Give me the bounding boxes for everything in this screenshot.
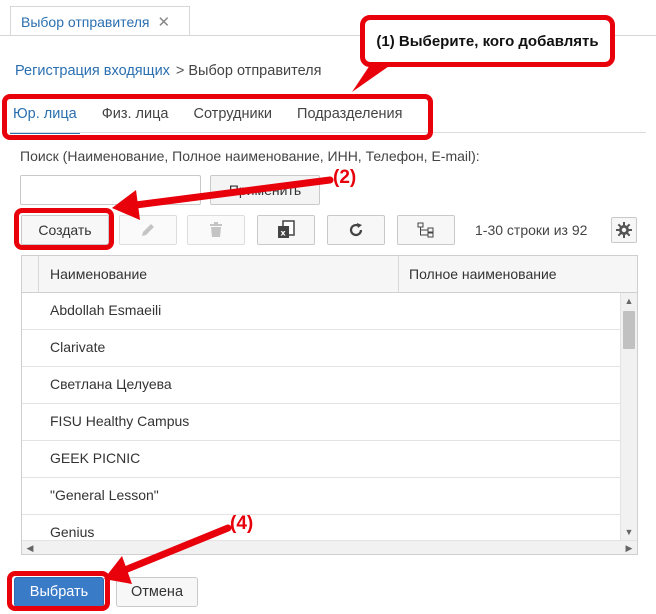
refresh-button[interactable] (327, 215, 385, 245)
step-2-label: (2) (333, 167, 357, 188)
column-header-name[interactable]: Наименование (39, 256, 399, 293)
tab-legal-entities[interactable]: Юр. лица (10, 100, 80, 134)
scroll-thumb[interactable] (623, 311, 635, 349)
table-row[interactable]: Clarivate (22, 330, 620, 367)
horizontal-scrollbar[interactable]: ◀ ▶ (22, 540, 637, 554)
breadcrumb-current: Выбор отправителя (188, 63, 322, 79)
hierarchy-button[interactable] (397, 215, 455, 245)
entity-tabs: Юр. лица Физ. лица Сотрудники Подразделе… (10, 100, 424, 134)
tabs-divider (10, 132, 646, 133)
export-excel-button[interactable]: x (257, 215, 315, 245)
cancel-button[interactable]: Отмена (116, 577, 198, 607)
edit-button[interactable] (119, 215, 177, 245)
select-button[interactable]: Выбрать (14, 577, 104, 607)
table-row[interactable]: FISU Healthy Campus (22, 404, 620, 441)
table-row[interactable]: Светлана Целуева (22, 367, 620, 404)
column-header-full-name[interactable]: Полное наименование (399, 256, 637, 293)
window-tab[interactable]: Выбор отправителя ✕ (10, 6, 190, 36)
apply-button[interactable]: Применить (210, 175, 320, 205)
table-header: Наименование Полное наименование (22, 256, 637, 293)
excel-export-icon: x (278, 220, 295, 238)
callout-step-1: (1) Выберите, кого добавлять (360, 15, 615, 67)
step-4-label: (4) (230, 513, 254, 534)
breadcrumb-separator: > (175, 63, 185, 79)
tab-departments[interactable]: Подразделения (294, 100, 405, 134)
table-row[interactable]: GEEK PICNIC (22, 441, 620, 478)
delete-button[interactable] (187, 215, 245, 245)
close-icon[interactable]: ✕ (158, 13, 171, 31)
vertical-scrollbar[interactable]: ▲ ▼ (620, 293, 637, 540)
scroll-up-icon[interactable]: ▲ (621, 293, 637, 309)
gear-icon (616, 222, 632, 238)
table-row[interactable]: "General Lesson" (22, 478, 620, 515)
table-row[interactable]: Abdollah Esmaeili (22, 293, 620, 330)
trash-icon (210, 222, 222, 237)
create-button[interactable]: Создать (21, 215, 109, 245)
svg-text:x: x (281, 229, 287, 238)
pagination-range: 1-30 строки из 92 (475, 222, 588, 238)
search-label: Поиск (Наименование, Полное наименование… (20, 148, 480, 164)
table-row[interactable]: Genius (22, 515, 620, 540)
tab-individuals[interactable]: Физ. лица (99, 100, 172, 134)
tab-employees[interactable]: Сотрудники (190, 100, 275, 134)
pencil-icon (142, 224, 154, 236)
window-tab-title: Выбор отправителя (21, 13, 150, 30)
header-gutter (22, 256, 39, 293)
search-input[interactable] (20, 175, 201, 205)
table-body: Abdollah Esmaeili Clarivate Светлана Цел… (22, 293, 620, 540)
hierarchy-icon (417, 222, 434, 238)
scroll-down-icon[interactable]: ▼ (621, 524, 637, 540)
breadcrumb-link-registration[interactable]: Регистрация входящих (15, 63, 170, 79)
scroll-left-icon[interactable]: ◀ (22, 541, 38, 554)
scroll-right-icon[interactable]: ▶ (621, 541, 637, 554)
refresh-icon (349, 223, 363, 237)
breadcrumb: Регистрация входящих > Выбор отправителя (15, 63, 322, 79)
results-table: Наименование Полное наименование Abdolla… (21, 255, 638, 555)
settings-button[interactable] (611, 217, 637, 243)
